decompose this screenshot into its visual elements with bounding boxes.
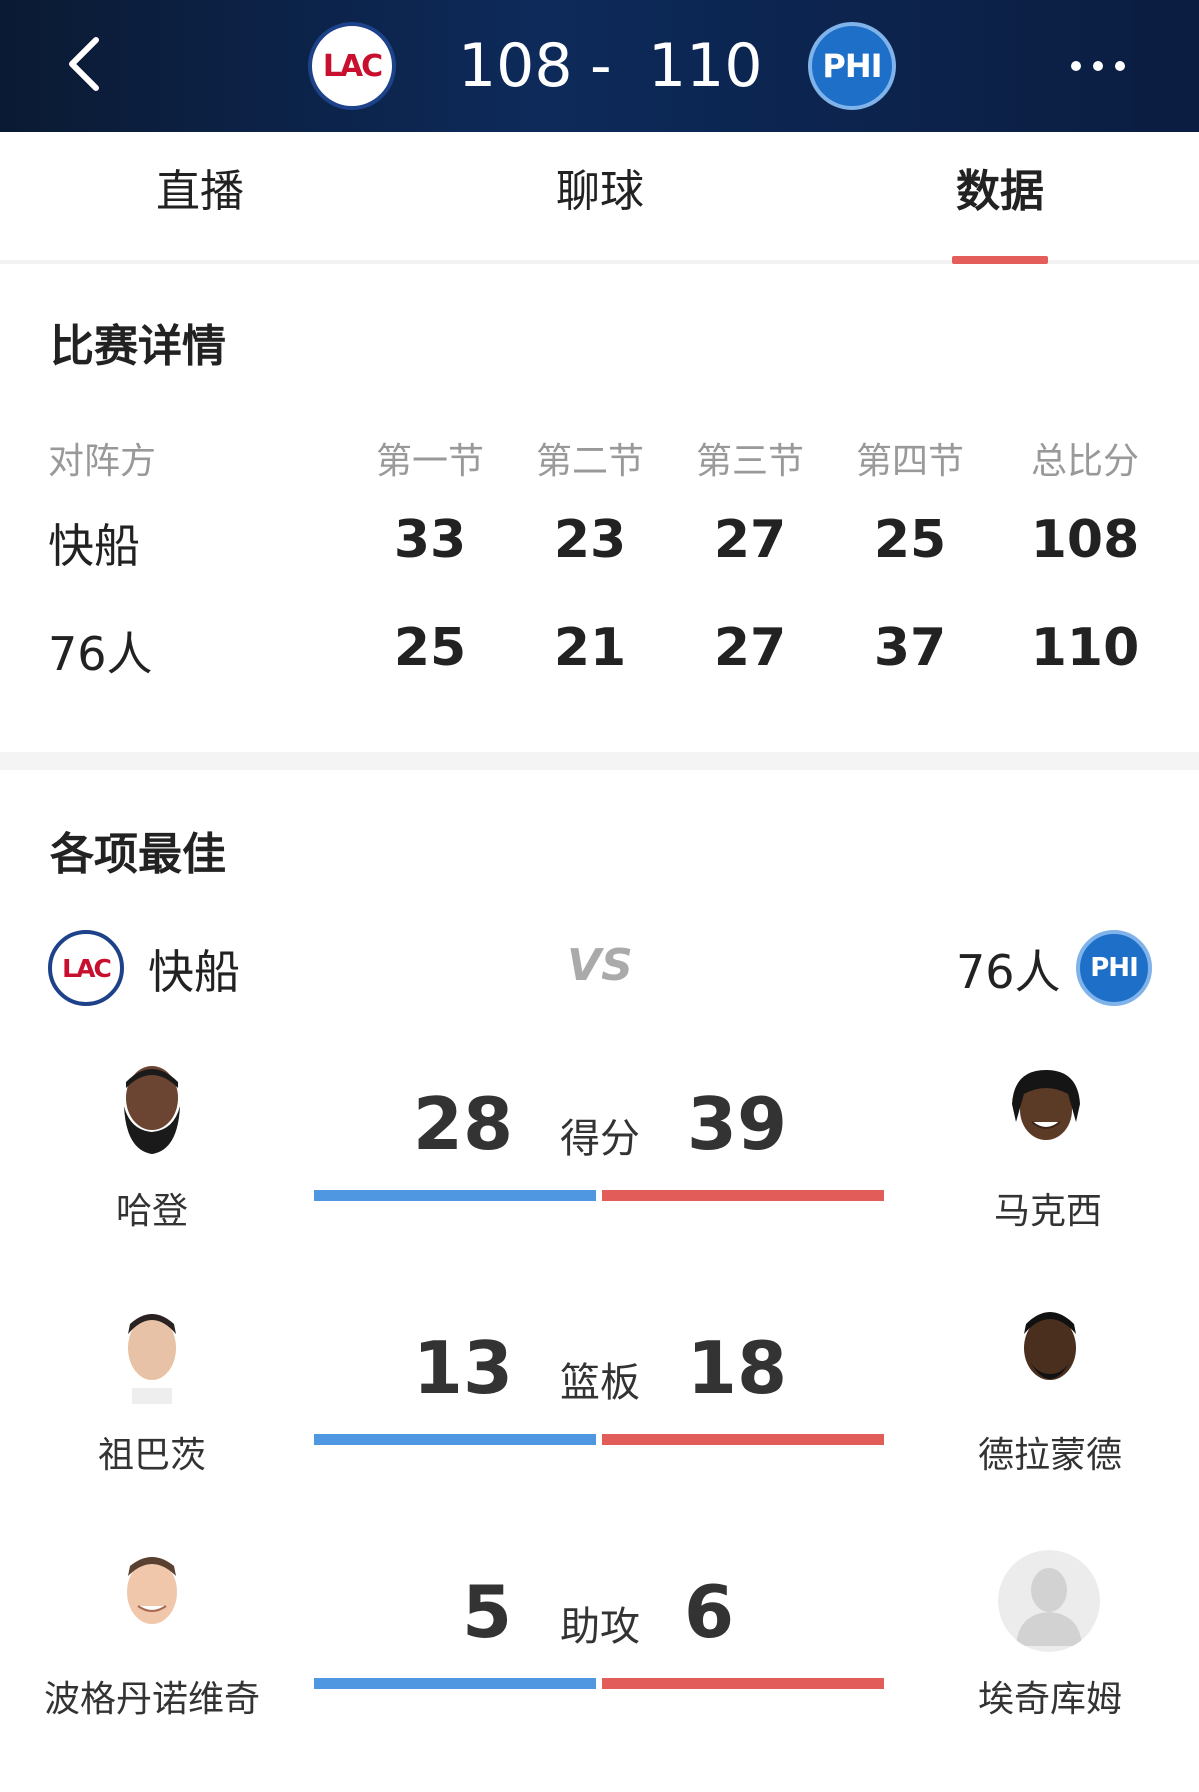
home-team-logo-small: LAC bbox=[48, 930, 124, 1006]
chevron-left-icon bbox=[69, 37, 99, 91]
more-button[interactable] bbox=[1050, 50, 1146, 82]
header-q2: 第二节 bbox=[535, 441, 644, 482]
header-q4: 第四节 bbox=[855, 441, 964, 482]
home-assists-leader-avatar[interactable] bbox=[104, 1548, 200, 1648]
row-home-team: 快船 bbox=[48, 519, 140, 573]
score-separator: - bbox=[590, 31, 612, 101]
active-tab-indicator bbox=[952, 256, 1048, 264]
home-points-leader-name[interactable]: 哈登 bbox=[80, 1182, 224, 1234]
away-q2-score: 21 bbox=[553, 618, 627, 678]
away-q3-score: 27 bbox=[713, 618, 787, 678]
header-total: 总比分 bbox=[1030, 441, 1139, 482]
phi-logo-text: PHI bbox=[822, 47, 882, 85]
away-team-logo-small: PHI bbox=[1076, 930, 1152, 1006]
away-points-leader-name[interactable]: 马克西 bbox=[976, 1182, 1120, 1234]
home-q4-score: 25 bbox=[873, 510, 947, 570]
lac-logo-text: LAC bbox=[62, 953, 112, 983]
more-dot-icon bbox=[1115, 61, 1125, 71]
tab-live[interactable]: 直播 bbox=[140, 160, 260, 224]
away-rebounds-leader-name[interactable]: 德拉蒙德 bbox=[960, 1426, 1140, 1478]
home-rebounds-leader-name[interactable]: 祖巴茨 bbox=[80, 1426, 224, 1478]
header-q3: 第三节 bbox=[695, 441, 804, 482]
leaders-title: 各项最佳 bbox=[50, 829, 226, 880]
back-button[interactable] bbox=[52, 28, 116, 100]
assists-label: 助攻 bbox=[560, 1604, 640, 1650]
player-photo-icon bbox=[104, 1304, 200, 1404]
header-team: 对阵方 bbox=[48, 441, 157, 482]
default-avatar-icon bbox=[998, 1550, 1100, 1652]
home-points-bar bbox=[314, 1190, 596, 1201]
away-score: 110 bbox=[648, 31, 763, 101]
vs-label: VS bbox=[567, 940, 633, 991]
away-q1-score: 25 bbox=[393, 618, 467, 678]
match-details-title: 比赛详情 bbox=[50, 321, 226, 372]
home-assists-bar bbox=[314, 1678, 596, 1689]
away-assists-bar bbox=[602, 1678, 884, 1689]
header-q1: 第一节 bbox=[375, 441, 484, 482]
lac-logo-text: LAC bbox=[322, 48, 383, 84]
player-photo-icon bbox=[998, 1064, 1094, 1164]
points-label: 得分 bbox=[560, 1116, 640, 1162]
away-team-logo[interactable]: PHI bbox=[808, 22, 896, 110]
away-rebounds-value: 18 bbox=[686, 1326, 788, 1410]
away-total-score: 110 bbox=[1030, 618, 1140, 678]
rebounds-label: 篮板 bbox=[560, 1360, 640, 1406]
home-points-leader-avatar[interactable] bbox=[104, 1058, 200, 1158]
tab-stats[interactable]: 数据 bbox=[940, 160, 1060, 224]
home-rebounds-bar bbox=[314, 1434, 596, 1445]
away-assists-leader-avatar[interactable] bbox=[998, 1550, 1100, 1652]
home-points-value: 28 bbox=[412, 1082, 514, 1166]
section-divider bbox=[0, 752, 1199, 770]
away-points-bar bbox=[602, 1190, 884, 1201]
row-away-team: 76人 bbox=[48, 627, 153, 681]
game-header: LAC 108 - 110 PHI bbox=[0, 0, 1199, 132]
away-assists-value: 6 bbox=[683, 1570, 735, 1654]
home-rebounds-value: 13 bbox=[412, 1326, 514, 1410]
away-team-header[interactable]: 76人 PHI bbox=[930, 928, 1152, 1008]
home-total-score: 108 bbox=[1030, 510, 1140, 570]
away-rebounds-leader-avatar[interactable] bbox=[1002, 1304, 1098, 1404]
home-team-name: 快船 bbox=[148, 945, 240, 999]
home-team-logo[interactable]: LAC bbox=[308, 22, 396, 110]
phi-logo-text: PHI bbox=[1090, 953, 1138, 983]
player-photo-icon bbox=[1002, 1304, 1098, 1404]
player-photo-icon bbox=[104, 1548, 200, 1648]
more-dot-icon bbox=[1071, 61, 1081, 71]
away-team-name: 76人 bbox=[956, 945, 1061, 999]
home-assists-value: 5 bbox=[461, 1570, 513, 1654]
tab-bar: 直播 聊球 数据 bbox=[0, 132, 1199, 264]
away-points-leader-avatar[interactable] bbox=[998, 1064, 1094, 1164]
away-q4-score: 37 bbox=[873, 618, 947, 678]
more-dot-icon bbox=[1093, 61, 1103, 71]
home-q1-score: 33 bbox=[393, 510, 467, 570]
tab-chat[interactable]: 聊球 bbox=[540, 160, 660, 224]
home-score: 108 bbox=[458, 31, 573, 101]
away-rebounds-bar bbox=[602, 1434, 884, 1445]
home-q2-score: 23 bbox=[553, 510, 627, 570]
home-rebounds-leader-avatar[interactable] bbox=[104, 1304, 200, 1404]
home-assists-leader-name[interactable]: 波格丹诺维奇 bbox=[28, 1670, 276, 1722]
away-assists-leader-name[interactable]: 埃奇库姆 bbox=[960, 1670, 1140, 1722]
away-points-value: 39 bbox=[686, 1082, 788, 1166]
player-photo-icon bbox=[104, 1058, 200, 1158]
home-q3-score: 27 bbox=[713, 510, 787, 570]
